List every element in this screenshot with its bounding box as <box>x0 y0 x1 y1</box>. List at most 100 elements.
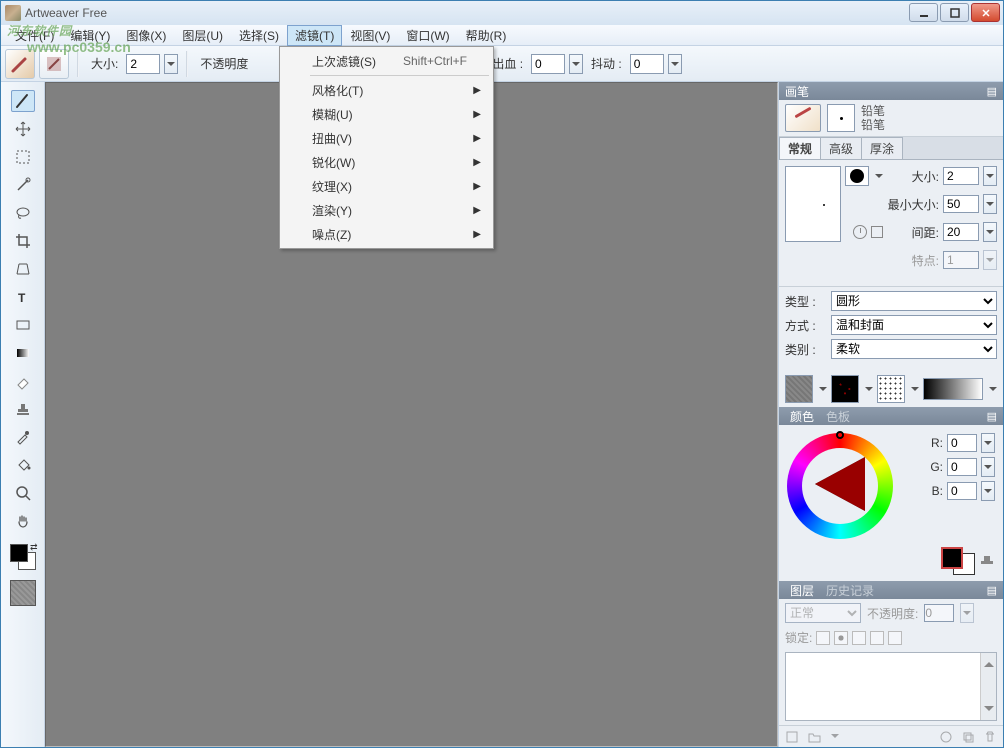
chevron-down-icon[interactable] <box>987 382 997 396</box>
panel-menu-icon[interactable]: ▤ <box>987 410 997 423</box>
brush-type-select[interactable]: 圆形 <box>831 291 997 311</box>
wand-tool[interactable] <box>11 174 35 196</box>
menu-edit[interactable]: 编辑(Y) <box>62 25 118 46</box>
move-tool[interactable] <box>11 118 35 140</box>
saturation-triangle[interactable] <box>815 457 865 511</box>
menu-item-last-filter[interactable]: 上次滤镜(S) Shift+Ctrl+F <box>282 49 491 73</box>
brush-tool[interactable] <box>11 90 35 112</box>
bucket-tool[interactable] <box>11 454 35 476</box>
menu-item-texture[interactable]: 纹理(X)▶ <box>282 174 491 198</box>
zoom-tool[interactable] <box>11 482 35 504</box>
tab-advanced[interactable]: 高级 <box>820 137 862 159</box>
bleed-dropdown[interactable] <box>569 54 583 74</box>
fg-bg-swatch[interactable] <box>941 547 975 575</box>
spacing-stepper[interactable] <box>983 222 997 242</box>
eraser-tool[interactable] <box>11 370 35 392</box>
paper-swatch[interactable] <box>785 375 813 403</box>
brush-preset-button[interactable] <box>5 49 35 79</box>
chevron-down-icon[interactable] <box>829 730 839 744</box>
nozzle-swatch[interactable] <box>877 375 905 403</box>
menu-item-distort[interactable]: 扭曲(V)▶ <box>282 126 491 150</box>
tab-layers[interactable]: 图层 <box>785 581 819 600</box>
menu-item-blur[interactable]: 模糊(U)▶ <box>282 102 491 126</box>
b-input[interactable] <box>947 482 977 500</box>
group-icon[interactable] <box>807 730 821 744</box>
jitter-dropdown[interactable] <box>668 54 682 74</box>
square-icon[interactable] <box>871 226 883 238</box>
scrollbar[interactable] <box>980 653 996 720</box>
r-input[interactable] <box>947 434 977 452</box>
stamp-tool[interactable] <box>11 398 35 420</box>
b-stepper[interactable] <box>981 481 995 501</box>
brush-size-input[interactable] <box>943 167 979 185</box>
hand-tool[interactable] <box>11 510 35 532</box>
brush-shape-icon[interactable] <box>845 166 869 186</box>
brush-minsize-input[interactable] <box>943 195 979 213</box>
menu-file[interactable]: 文件(F) <box>7 25 62 46</box>
layers-panel-header: 图层 历史记录 ▤ <box>779 581 1003 599</box>
brush-spacing-input[interactable] <box>943 223 979 241</box>
layer-list[interactable] <box>785 652 997 721</box>
gradient-swatch[interactable] <box>923 378 983 400</box>
tab-general[interactable]: 常规 <box>779 137 821 159</box>
delete-icon[interactable] <box>983 730 997 744</box>
new-layer-icon[interactable] <box>785 730 799 744</box>
brush-preview[interactable] <box>785 104 821 132</box>
mask-icon[interactable] <box>939 730 953 744</box>
tab-history[interactable]: 历史记录 <box>821 581 879 600</box>
size-dropdown[interactable] <box>164 54 178 74</box>
text-tool[interactable]: T <box>11 286 35 308</box>
duplicate-icon[interactable] <box>961 730 975 744</box>
panel-menu-icon[interactable]: ▤ <box>987 584 997 597</box>
paper-texture-swatch[interactable] <box>10 580 36 606</box>
eyedropper-tool[interactable] <box>11 426 35 448</box>
menu-view[interactable]: 视图(V) <box>342 25 398 46</box>
clock-icon[interactable] <box>853 225 867 239</box>
close-button[interactable] <box>971 3 1000 22</box>
size-stepper[interactable] <box>983 166 997 186</box>
menu-window[interactable]: 窗口(W) <box>398 25 457 46</box>
tab-color[interactable]: 颜色 <box>785 407 819 426</box>
menu-filter[interactable]: 滤镜(T) <box>287 25 342 46</box>
r-stepper[interactable] <box>981 433 995 453</box>
marquee-tool[interactable] <box>11 146 35 168</box>
tab-thick[interactable]: 厚涂 <box>861 137 903 159</box>
foreground-color[interactable] <box>10 544 28 562</box>
menu-item-render[interactable]: 渲染(Y)▶ <box>282 198 491 222</box>
menu-item-stylize[interactable]: 风格化(T)▶ <box>282 78 491 102</box>
lasso-tool[interactable] <box>11 202 35 224</box>
brush-tip-preview[interactable] <box>827 104 855 132</box>
hue-marker[interactable] <box>836 431 844 439</box>
chevron-down-icon[interactable] <box>863 382 873 396</box>
gradient-tool[interactable] <box>11 342 35 364</box>
chevron-down-icon[interactable] <box>909 382 919 396</box>
brush-method-select[interactable]: 温和封面 <box>831 315 997 335</box>
menu-select[interactable]: 选择(S) <box>231 25 287 46</box>
g-input[interactable] <box>947 458 977 476</box>
jitter-input[interactable] <box>630 54 664 74</box>
menu-item-sharpen[interactable]: 锐化(W)▶ <box>282 150 491 174</box>
menu-image[interactable]: 图像(X) <box>118 25 174 46</box>
menu-layer[interactable]: 图层(U) <box>174 25 231 46</box>
color-wheel[interactable] <box>787 433 893 539</box>
brush-tip-button[interactable] <box>39 49 69 79</box>
minimize-button[interactable] <box>909 3 938 22</box>
pattern-swatch[interactable] <box>831 375 859 403</box>
crop-tool[interactable] <box>11 230 35 252</box>
perspective-tool[interactable] <box>11 258 35 280</box>
menu-help[interactable]: 帮助(R) <box>458 25 515 46</box>
tab-palette[interactable]: 色板 <box>821 407 855 426</box>
menu-item-noise[interactable]: 噪点(Z)▶ <box>282 222 491 246</box>
shape-tool[interactable] <box>11 314 35 336</box>
g-stepper[interactable] <box>981 457 995 477</box>
minsize-stepper[interactable] <box>983 194 997 214</box>
stamp-icon[interactable] <box>979 553 995 569</box>
chevron-down-icon[interactable] <box>873 169 883 183</box>
panel-menu-icon[interactable]: ▤ <box>987 85 997 98</box>
chevron-down-icon[interactable] <box>817 382 827 396</box>
bleed-input[interactable] <box>531 54 565 74</box>
size-input[interactable] <box>126 54 160 74</box>
maximize-button[interactable] <box>940 3 969 22</box>
color-swatch[interactable]: ⇄ <box>10 544 36 570</box>
brush-category-select[interactable]: 柔软 <box>831 339 997 359</box>
